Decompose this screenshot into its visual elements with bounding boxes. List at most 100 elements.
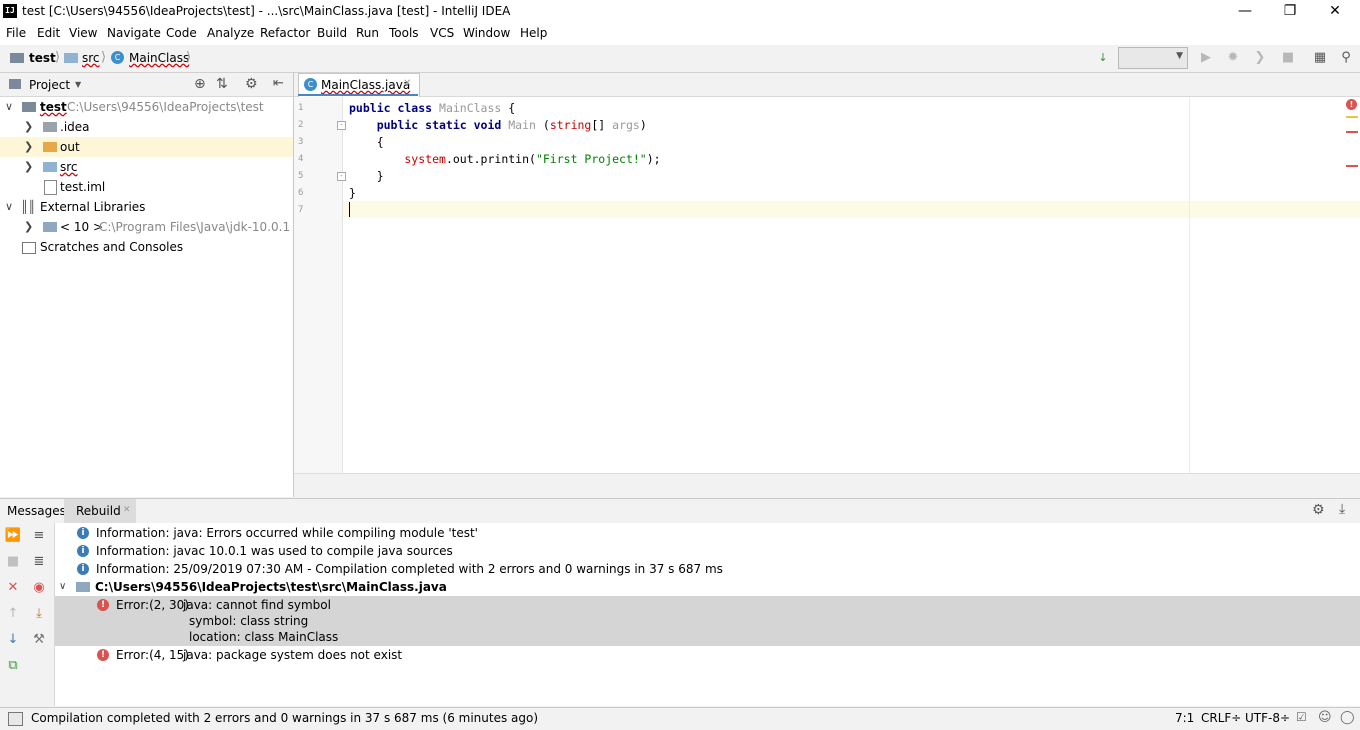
stop-icon[interactable]: ■	[1279, 49, 1297, 67]
tree-item-out[interactable]: ❯ out	[0, 137, 293, 157]
previous-message-icon[interactable]: ↑	[4, 605, 22, 623]
chevron-down-icon[interactable]: ∨	[5, 97, 13, 117]
messages-header: Messages: Rebuild ✕ ⚙ ⤓	[0, 498, 1360, 524]
gear-icon[interactable]: ⚙	[245, 76, 258, 92]
error-status-icon[interactable]: !	[1346, 99, 1357, 110]
tree-item-src[interactable]: ❯ src	[0, 157, 293, 177]
maximize-button[interactable]: ❐	[1267, 0, 1313, 23]
expand-all-icon[interactable]: ≡	[30, 527, 48, 545]
line-separator[interactable]: CRLF÷	[1201, 711, 1241, 725]
search-icon[interactable]: ⚲	[1337, 49, 1355, 67]
menu-tools[interactable]: Tools	[389, 26, 419, 40]
chevron-down-icon[interactable]: ∨	[59, 578, 66, 596]
code-token: (	[535, 118, 550, 132]
message-row[interactable]: i Information: javac 10.0.1 was used to …	[55, 542, 1360, 560]
menu-navigate[interactable]: Navigate	[107, 26, 161, 40]
message-error-row[interactable]: ! Error:(4, 15) java: package system doe…	[55, 646, 1360, 664]
title-bar: IJ test [C:\Users\94556\IdeaProjects\tes…	[0, 0, 1360, 23]
chevron-right-icon[interactable]: ❯	[24, 117, 33, 137]
close-icon[interactable]: ✕	[4, 579, 22, 597]
chevron-right-icon[interactable]: ❯	[24, 157, 33, 177]
stop-icon[interactable]: ■	[4, 553, 22, 571]
export-to-file-icon[interactable]: ⧉	[4, 657, 22, 675]
fold-icon[interactable]: -	[337, 172, 346, 181]
editor-tab-strip	[294, 73, 1360, 97]
caret-position[interactable]: 7:1	[1175, 711, 1194, 725]
debug-icon[interactable]: ✹	[1224, 49, 1242, 67]
close-tab-icon[interactable]: ✕	[123, 505, 131, 515]
code-token: public class	[349, 101, 440, 115]
warning-stripe[interactable]	[1346, 116, 1358, 118]
status-message[interactable]: Compilation completed with 2 errors and …	[31, 711, 538, 725]
module-folder-icon	[22, 102, 36, 112]
code-line-1: public class MainClass {	[349, 101, 515, 115]
info-icon: i	[77, 545, 89, 557]
inspector-icon[interactable]: ☺	[1318, 710, 1332, 725]
tool-windows-icon[interactable]	[8, 712, 23, 726]
tree-item-idea[interactable]: ❯ .idea	[0, 117, 293, 137]
message-file-row[interactable]: ∨ C:\Users\94556\IdeaProjects\test\src\M…	[55, 578, 1360, 596]
rerun-icon[interactable]: ⏩	[4, 527, 22, 545]
export-icon[interactable]: ⤓	[30, 605, 48, 623]
chevron-right-icon[interactable]: ❯	[24, 217, 33, 237]
scroll-from-source-icon[interactable]: ⊕	[194, 76, 206, 92]
message-row[interactable]: i Information: 25/09/2019 07:30 AM - Com…	[55, 560, 1360, 578]
hide-panel-icon[interactable]: ⤓	[1339, 501, 1345, 517]
event-log-icon[interactable]: ◯	[1340, 710, 1355, 725]
filter-errors-icon[interactable]: ◉	[30, 579, 48, 597]
library-icon: ║║	[21, 200, 36, 214]
tree-item-scratches[interactable]: Scratches and Consoles	[0, 237, 293, 257]
file-encoding[interactable]: UTF-8÷	[1245, 711, 1290, 725]
hide-panel-icon[interactable]: ⇤	[273, 76, 284, 91]
chevron-down-icon[interactable]: ▼	[75, 80, 81, 89]
menu-analyze[interactable]: Analyze	[207, 26, 254, 40]
tab-rebuild[interactable]: Rebuild ✕	[64, 499, 136, 523]
project-structure-icon[interactable]: ▦	[1311, 49, 1329, 67]
menu-edit[interactable]: Edit	[37, 26, 60, 40]
error-stripe[interactable]	[1346, 131, 1358, 133]
menu-vcs[interactable]: VCS	[430, 26, 454, 40]
close-button[interactable]: ✕	[1312, 0, 1358, 23]
close-tab-icon[interactable]: ✕	[403, 78, 411, 89]
menu-run[interactable]: Run	[356, 26, 379, 40]
gear-icon[interactable]: ⚙	[1312, 502, 1325, 518]
chevron-right-icon[interactable]: ❯	[24, 137, 33, 157]
breadcrumb-class[interactable]: MainClass	[129, 51, 189, 65]
menu-view[interactable]: View	[69, 26, 97, 40]
collapse-all-icon[interactable]: ⇅	[216, 76, 228, 92]
tree-path: C:\Program Files\Java\jdk-10.0.1	[99, 220, 291, 234]
settings-icon[interactable]: ⚒	[30, 631, 48, 649]
tree-label: .idea	[60, 120, 90, 134]
tree-item-test[interactable]: ∨ test C:\Users\94556\IdeaProjects\test	[0, 97, 293, 117]
next-message-icon[interactable]: ↓	[4, 631, 22, 649]
menu-help[interactable]: Help	[520, 26, 547, 40]
tree-item-jdk[interactable]: ❯ < 10 > C:\Program Files\Java\jdk-10.0.…	[0, 217, 293, 237]
menu-code[interactable]: Code	[166, 26, 197, 40]
line-number: 1	[298, 103, 304, 113]
chevron-down-icon[interactable]: ∨	[5, 197, 13, 217]
tree-label: test.iml	[60, 180, 106, 194]
build-project-icon[interactable]: ↓	[1094, 49, 1112, 67]
menu-window[interactable]: Window	[463, 26, 510, 40]
minimize-button[interactable]: —	[1222, 0, 1268, 23]
run-with-coverage-icon[interactable]: ❯	[1251, 49, 1269, 67]
lock-icon[interactable]: ☑	[1296, 710, 1307, 724]
run-icon[interactable]: ▶	[1197, 49, 1215, 67]
run-configuration-select[interactable]: ▼	[1118, 47, 1188, 69]
class-icon: C	[304, 78, 317, 91]
breadcrumb-project[interactable]: test	[29, 51, 56, 65]
breadcrumb-src[interactable]: src	[82, 51, 100, 65]
menu-refactor[interactable]: Refactor	[260, 26, 310, 40]
fold-icon[interactable]: -	[337, 121, 346, 130]
right-margin-guide	[1189, 97, 1190, 473]
project-view-selector[interactable]: Project	[29, 78, 70, 92]
message-row[interactable]: i Information: java: Errors occurred whi…	[55, 524, 1360, 542]
message-error-row-selected[interactable]: ! Error:(2, 30) java: cannot find symbol…	[55, 596, 1360, 646]
menu-file[interactable]: File	[6, 26, 26, 40]
menu-build[interactable]: Build	[317, 26, 347, 40]
tree-item-test-iml[interactable]: test.iml	[0, 177, 293, 197]
collapse-all-icon[interactable]: ≣	[30, 553, 48, 571]
tree-label: test	[40, 100, 67, 114]
error-stripe[interactable]	[1346, 165, 1358, 167]
tree-item-external-libraries[interactable]: ∨ ║║ External Libraries	[0, 197, 293, 217]
